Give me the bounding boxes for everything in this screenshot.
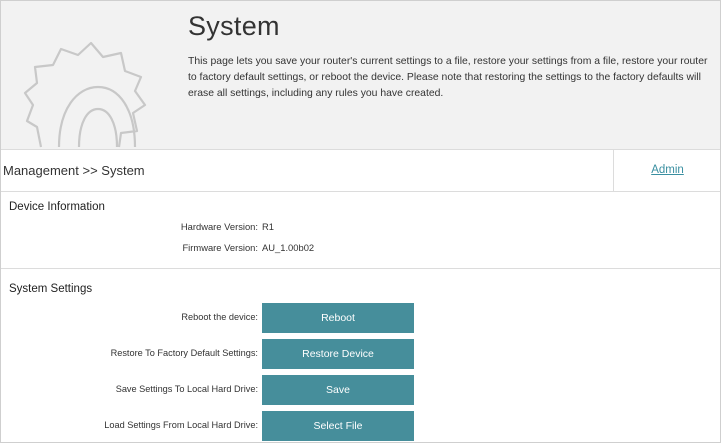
save-row: Save Settings To Local Hard Drive: Save <box>1 375 720 405</box>
hardware-version-label: Hardware Version: <box>180 221 258 232</box>
device-information-title: Device Information <box>9 201 105 213</box>
load-row: Load Settings From Local Hard Drive: Sel… <box>1 411 720 441</box>
hardware-version-row: Hardware Version: R1 <box>1 221 720 237</box>
system-settings-title: System Settings <box>9 283 93 295</box>
reboot-row: Reboot the device: Reboot <box>1 303 720 333</box>
save-button[interactable]: Save <box>262 375 414 405</box>
save-label: Save Settings To Local Hard Drive: <box>115 384 258 394</box>
page-description: This page lets you save your router's cu… <box>188 56 708 99</box>
reboot-button[interactable]: Reboot <box>262 303 414 333</box>
page-header: System This page lets you save your rout… <box>1 1 720 149</box>
firmware-version-label: Firmware Version: <box>182 242 258 253</box>
restore-label: Restore To Factory Default Settings: <box>110 348 258 358</box>
select-file-button[interactable]: Select File <box>262 411 414 441</box>
firmware-version-value: AU_1.00b02 <box>262 242 315 253</box>
section-divider <box>1 268 720 269</box>
restore-row: Restore To Factory Default Settings: Res… <box>1 339 720 369</box>
load-label: Load Settings From Local Hard Drive: <box>104 420 258 430</box>
router-page: System This page lets you save your rout… <box>0 0 721 443</box>
breadcrumb: Management >> System <box>3 163 145 178</box>
reboot-label: Reboot the device: <box>181 312 258 322</box>
restore-device-button[interactable]: Restore Device <box>262 339 414 369</box>
admin-tab: Admin <box>613 150 720 191</box>
page-title: System <box>188 11 280 41</box>
breadcrumb-bar: Management >> System Admin <box>1 149 720 192</box>
admin-link[interactable]: Admin <box>651 164 684 176</box>
firmware-version-row: Firmware Version: AU_1.00b02 <box>1 242 720 258</box>
gear-icon <box>23 41 147 148</box>
hardware-version-value: R1 <box>262 221 274 232</box>
